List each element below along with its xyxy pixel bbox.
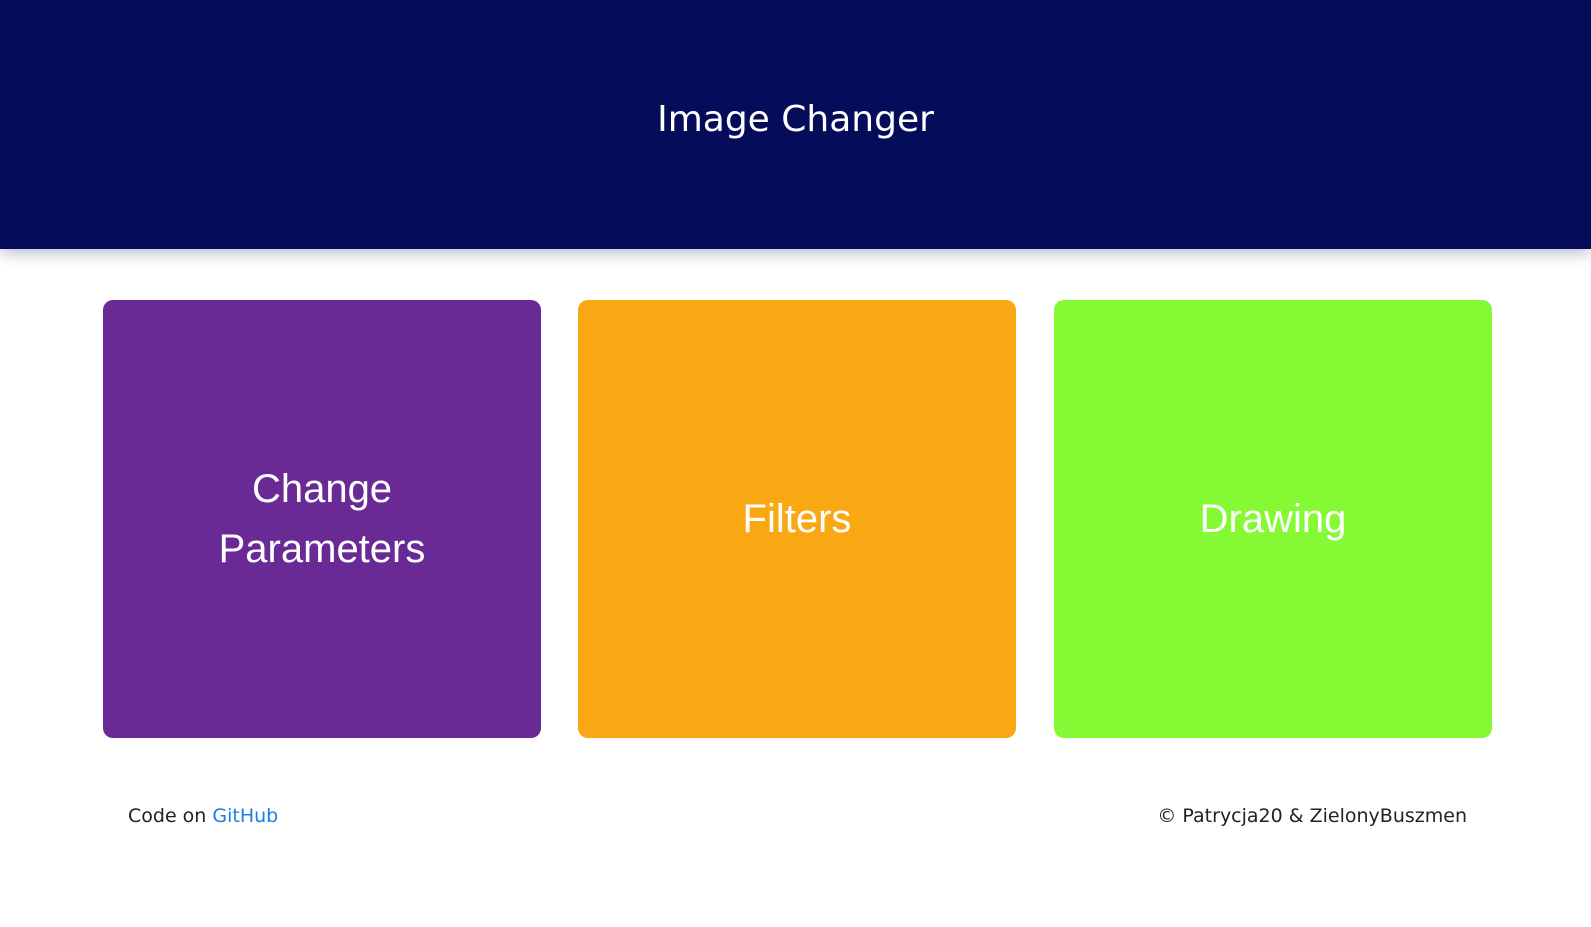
change-parameters-tile[interactable]: Change Parameters [103,300,541,738]
page-footer: Code on GitHub © Patrycja20 & ZielonyBus… [128,805,1467,833]
page-title: Image Changer [657,99,934,140]
github-link[interactable]: GitHub [212,805,278,827]
copyright-text: © Patrycja20 & ZielonyBuszmen [1157,805,1467,827]
filters-tile[interactable]: Filters [578,300,1016,738]
app-header: Image Changer [0,0,1591,249]
change-parameters-label: Change Parameters [218,467,426,571]
tool-tiles: Change Parameters Filters Drawing [103,300,1492,738]
drawing-label: Drawing [1199,497,1347,541]
filters-label: Filters [742,497,852,541]
code-on-text: Code on [128,805,207,827]
footer-code-info: Code on GitHub [128,805,278,827]
drawing-tile[interactable]: Drawing [1054,300,1492,738]
